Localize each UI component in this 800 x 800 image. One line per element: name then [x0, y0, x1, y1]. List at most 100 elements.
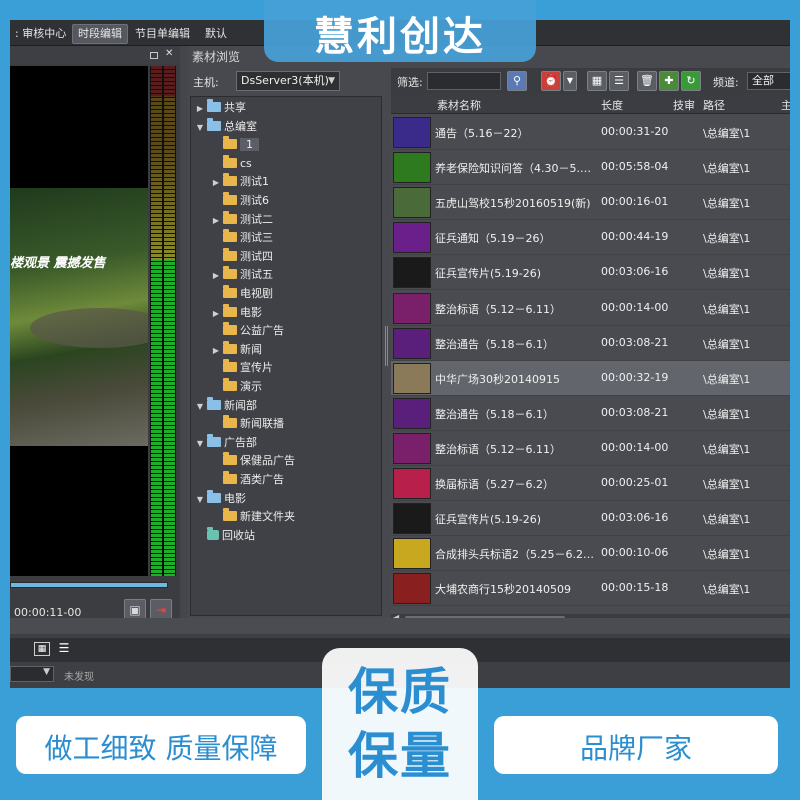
add-material-button[interactable]: ✚ [659, 71, 679, 91]
tree-node[interactable]: 回收站 [195, 526, 255, 545]
tree-node[interactable]: 电视剧 [211, 285, 273, 303]
material-path: \总编室\1 [703, 478, 751, 491]
host-label: 主机: [193, 76, 219, 89]
lower-select[interactable]: ▼ [10, 666, 54, 682]
material-path: \总编室\1 [703, 162, 751, 176]
table-row[interactable]: 整治标语（5.12－6.11） 00:00:14-00 \总编室\1 [391, 291, 790, 326]
material-thumbnail [393, 327, 431, 359]
alarm-dropdown[interactable]: ▼ [563, 71, 577, 91]
expanded-arrow-icon[interactable]: ▼ [195, 119, 205, 137]
folder-icon [223, 173, 237, 187]
table-row[interactable]: 中华广场30秒20140915 00:00:32-19 \总编室\1 [391, 360, 790, 396]
collapsed-arrow-icon[interactable]: ▶ [211, 305, 221, 323]
table-row[interactable]: 换届标语（5.27－6.2） 00:00:25-01 \总编室\1 [391, 466, 790, 501]
table-row[interactable]: 大埔农商行15秒20140509 00:00:15-18 \总编室\1 [391, 571, 790, 607]
tree-node[interactable]: ▶ 测试五 [211, 266, 273, 284]
tree-node-label: 广告部 [224, 435, 257, 449]
tree-node[interactable]: 测试三 [211, 229, 273, 247]
tree-node[interactable]: ▶ 共享 [195, 99, 246, 117]
tree-node[interactable]: 酒类广告 [211, 471, 284, 489]
menu-playlist-edit[interactable]: 节目单编辑 [130, 24, 195, 44]
table-row[interactable]: 征兵通知（5.19－26） 00:00:44-19 \总编室\1 [391, 220, 790, 256]
tree-node[interactable]: ▶ 电影 [211, 303, 262, 323]
tree-node[interactable]: 新建文件夹 [211, 508, 295, 526]
list-view-icon[interactable]: ☰ [56, 642, 72, 656]
refresh-button[interactable]: ↻ [681, 71, 701, 91]
tree-node[interactable]: 测试四 [211, 247, 273, 266]
menu-timeslot-edit[interactable]: 时段编辑 [72, 24, 128, 44]
material-thumbnail [393, 432, 431, 464]
collapsed-arrow-icon[interactable]: ▶ [211, 212, 221, 230]
filter-input[interactable] [427, 72, 501, 90]
audio-meter-left [151, 66, 162, 576]
add-icon: ✚ [664, 74, 674, 87]
tree-node[interactable]: ▼ 新闻部 [195, 396, 257, 416]
collapsed-arrow-icon[interactable]: ▶ [211, 267, 221, 285]
close-icon[interactable]: ✕ [165, 49, 173, 59]
tree-node[interactable]: 保健品广告 [211, 452, 295, 470]
host-select[interactable]: DsServer3(本机) ▼ [236, 71, 340, 91]
channel-select[interactable]: 全部 [747, 72, 790, 90]
tree-node[interactable]: cs [211, 154, 252, 173]
list-view-button[interactable]: ☰ [609, 71, 629, 91]
material-name: 征兵宣传片(5.19-26) [435, 513, 542, 527]
tree-node[interactable]: 新闻联播 [211, 415, 284, 433]
trash-icon: 🗑 [640, 74, 654, 87]
table-row[interactable]: 征兵宣传片(5.19-26) 00:03:06-16 \总编室\1 [391, 501, 790, 537]
table-row[interactable]: 整治通告（5.18－6.1） 00:03:08-21 \总编室\1 [391, 326, 790, 361]
tree-node[interactable]: ▼ 电影 [195, 489, 246, 509]
thumbnail-view-button[interactable]: ▦ [587, 71, 607, 91]
expanded-arrow-icon[interactable]: ▼ [195, 398, 205, 416]
table-row[interactable]: 征兵宣传片(5.19-26) 00:03:06-16 \总编室\1 [391, 255, 790, 291]
table-row[interactable]: 五虎山驾校15秒20160519(新) 00:00:16-01 \总编室\1 [391, 185, 790, 221]
tree-node[interactable]: 测试6 [211, 192, 269, 210]
tree-node-label: 演示 [240, 380, 262, 393]
table-row[interactable]: 整治标语（5.12－6.11） 00:00:14-00 \总编室\1 [391, 431, 790, 466]
material-length: 00:00:44-19 [601, 230, 669, 244]
collapsed-arrow-icon[interactable]: ▶ [195, 100, 205, 118]
seek-bar[interactable] [10, 582, 168, 588]
grid-view-icon[interactable]: ▦ [34, 642, 50, 656]
material-name: 大埔农商行15秒20140509 [435, 583, 571, 597]
collapsed-arrow-icon[interactable]: ▶ [211, 174, 221, 192]
status-text: 未发现 [64, 672, 94, 683]
table-row[interactable]: 整治通告（5.18－6.1） 00:03:08-21 \总编室\1 [391, 396, 790, 431]
col-header-extra[interactable]: 主 [781, 97, 790, 113]
splitter-handle[interactable] [385, 326, 388, 366]
menu-review-center[interactable]: : 审核中心 [10, 24, 71, 44]
folder-icon [223, 303, 237, 317]
promo-line-2: 保量 [348, 727, 452, 785]
col-header-name[interactable]: 素材名称 [437, 97, 481, 113]
collapsed-arrow-icon[interactable]: ▶ [211, 342, 221, 360]
col-header-length[interactable]: 长度 [601, 97, 623, 113]
tree-node[interactable]: ▼ 总编室 [195, 117, 257, 137]
refresh-icon: ↻ [686, 74, 696, 87]
tree-node[interactable]: 1 [211, 136, 259, 154]
search-button[interactable]: ⚲ [507, 71, 527, 91]
table-row[interactable]: 通告（5.16－22） 00:00:31-20 \总编室\1 [391, 115, 790, 150]
tree-node[interactable]: ▶ 测试二 [211, 210, 273, 230]
col-header-path[interactable]: 路径 [703, 97, 725, 113]
tree-node[interactable]: ▼ 广告部 [195, 433, 257, 453]
expanded-arrow-icon[interactable]: ▼ [195, 491, 205, 509]
tree-node[interactable]: 宣传片 [211, 359, 273, 377]
expanded-arrow-icon[interactable]: ▼ [195, 435, 205, 453]
pin-icon[interactable] [150, 52, 158, 59]
material-browser: 素材浏览 主机: DsServer3(本机) ▼ ▶ 共享 ▼ 总编室 1 cs ▶ 测试1 测… [188, 46, 790, 624]
tree-node[interactable]: 公益广告 [211, 322, 284, 340]
tree-node[interactable]: ▶ 测试1 [211, 173, 269, 191]
col-header-review[interactable]: 技审 [673, 97, 695, 113]
chevron-down-icon: ▼ [566, 76, 574, 85]
material-thumbnail [393, 152, 431, 184]
material-length: 00:00:10-06 [601, 546, 669, 560]
tree-node[interactable]: ▶ 新闻 [211, 340, 262, 360]
binoculars-icon: ⚲ [512, 74, 522, 87]
tree-node[interactable]: 演示 [211, 378, 262, 396]
material-name: 换届标语（5.27－6.2） [435, 478, 554, 491]
alarm-button[interactable]: ⏰ [541, 71, 561, 91]
table-row[interactable]: 养老保险知识问答（4.30－5.… 00:05:58-04 \总编室\1 [391, 150, 790, 186]
table-row[interactable]: 合成排头兵标语2（5.25－6.2… 00:00:10-06 \总编室\1 [391, 536, 790, 572]
delete-button[interactable]: 🗑 [637, 71, 657, 91]
filter-label: 筛选: [397, 76, 423, 89]
menu-default[interactable]: 默认 [200, 24, 232, 44]
